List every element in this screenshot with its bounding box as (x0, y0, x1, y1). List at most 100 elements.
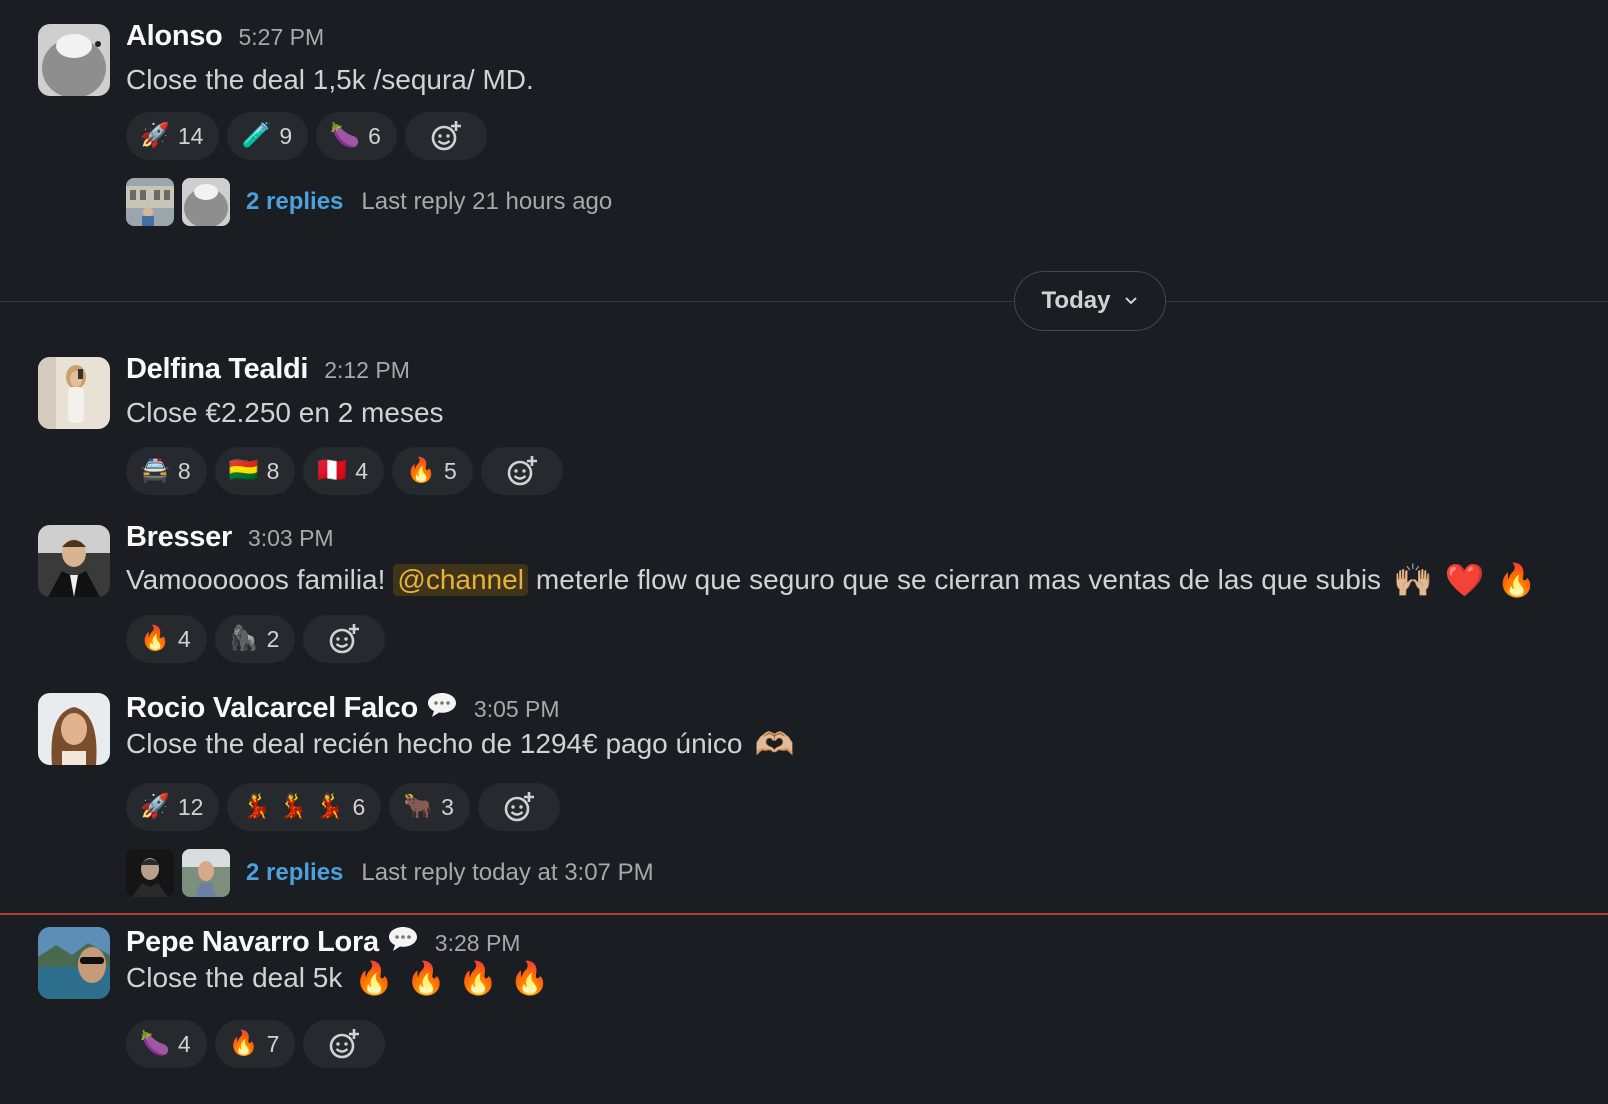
flag-peru-icon: 🇵🇪 (317, 457, 348, 484)
timestamp[interactable]: 3:05 PM (474, 696, 560, 723)
reply-avatar (182, 849, 230, 897)
reaction-dancers[interactable]: 💃 💃 💃 6 (227, 783, 382, 831)
raised-hands-emoji: 🙌🏼 (1393, 562, 1433, 598)
fire-emoji: 🔥 (1496, 562, 1537, 598)
author-name[interactable]: Pepe Navarro Lora (126, 926, 379, 959)
last-reply-text: Last reply today at 3:07 PM (361, 859, 654, 886)
new-messages-divider (0, 913, 1608, 915)
police-car-icon: 🚔 (140, 457, 170, 484)
reaction-eggplant[interactable]: 🍆 4 (126, 1020, 207, 1068)
message-text-start: Close the deal recién hecho de 1294€ pag… (126, 728, 743, 759)
speech-bubble-icon (387, 925, 419, 953)
add-reaction-icon (330, 624, 360, 654)
heart-hands-emoji: 🫶🏼 (754, 726, 795, 762)
avatar[interactable] (38, 693, 110, 765)
reaction-fire[interactable]: 🔥 7 (214, 1020, 296, 1068)
reply-avatar (126, 849, 174, 897)
flag-bolivia-icon: 🇧🇴 (228, 457, 259, 484)
message-text: Close the deal 5k 🔥 🔥 🔥 🔥 (126, 962, 550, 994)
reaction-eggplant[interactable]: 🍆 6 (316, 112, 397, 160)
reaction-ox[interactable]: 🐂 3 (389, 783, 470, 831)
add-reaction-button[interactable] (404, 112, 487, 160)
eggplant-icon: 🍆 (330, 122, 361, 149)
heart-emoji: ❤️ (1444, 562, 1485, 598)
author-name[interactable]: Alonso (126, 20, 223, 53)
reaction-rocket[interactable]: 🚀 14 (126, 112, 220, 160)
thread-summary[interactable]: 2 replies Last reply 21 hours ago (126, 178, 612, 226)
message-text-start: Vamoooooos familia! (126, 564, 386, 595)
message-text: Close the deal 1,5k /sequra/ MD. (126, 64, 534, 95)
reaction-police-car[interactable]: 🚔 8 (126, 447, 207, 495)
timestamp[interactable]: 3:03 PM (248, 525, 334, 552)
rocket-icon: 🚀 (140, 122, 170, 149)
add-reaction-button[interactable] (303, 1020, 386, 1068)
timestamp[interactable]: 5:27 PM (238, 24, 324, 51)
dancer-icon: 💃 💃 💃 (241, 793, 345, 820)
reaction-count: 8 (177, 457, 191, 484)
replies-link[interactable]: 2 replies (246, 859, 343, 887)
chevron-down-icon (1125, 297, 1138, 305)
add-reaction-icon (507, 456, 537, 486)
fire-emoji: 🔥 (509, 960, 550, 996)
message-feed: Alonso 5:27 PM Close the deal 1,5k /sequ… (0, 0, 1608, 1104)
replies-link[interactable]: 2 replies (246, 188, 343, 216)
reaction-count: 3 (441, 793, 454, 820)
fire-icon: 🔥 (140, 625, 170, 652)
avatar[interactable] (38, 357, 110, 429)
reactions-bar: 🔥 4 🦍 2 (126, 615, 386, 663)
avatar[interactable] (38, 24, 110, 96)
gorilla-icon: 🦍 (228, 625, 259, 652)
reaction-fire[interactable]: 🔥 4 (126, 615, 207, 663)
eggplant-icon: 🍆 (140, 1030, 170, 1057)
reaction-rocket[interactable]: 🚀 12 (126, 783, 220, 831)
reaction-count: 8 (266, 457, 280, 484)
day-divider-line (0, 301, 1608, 302)
reaction-count: 4 (177, 1030, 191, 1057)
message-text-start: Close the deal 5k (126, 962, 343, 993)
timestamp[interactable]: 3:28 PM (435, 930, 521, 957)
reaction-test-tube[interactable]: 🧪 9 (227, 112, 309, 160)
reaction-gorilla[interactable]: 🦍 2 (214, 615, 296, 663)
reply-avatar (182, 178, 230, 226)
timestamp[interactable]: 2:12 PM (324, 357, 410, 384)
reactions-bar: 🚀 12 💃 💃 💃 6 🐂 3 (126, 783, 560, 831)
fire-emoji: 🔥 (406, 960, 447, 996)
author-name[interactable]: Rocio Valcarcel Falco (126, 692, 418, 725)
reaction-count: 4 (355, 457, 369, 484)
avatar[interactable] (38, 927, 110, 999)
day-divider-label: Today (1041, 287, 1111, 314)
add-reaction-button[interactable] (480, 447, 563, 495)
thread-summary[interactable]: 2 replies Last reply today at 3:07 PM (126, 849, 654, 897)
reactions-bar: 🚀 14 🧪 9 🍆 6 (126, 112, 487, 160)
message-text: Vamoooooos familia! @channel meterle flo… (126, 564, 1537, 596)
reply-avatar (126, 178, 174, 226)
speech-bubble-icon (426, 691, 458, 719)
day-divider-button[interactable]: Today (1014, 271, 1166, 331)
reaction-count: 2 (266, 625, 280, 652)
reaction-count: 4 (177, 625, 191, 652)
reactions-bar: 🍆 4 🔥 7 (126, 1020, 386, 1068)
add-reaction-button[interactable] (477, 783, 560, 831)
reaction-count: 7 (266, 1030, 280, 1057)
add-reaction-icon (330, 1029, 360, 1059)
reaction-count: 5 (443, 457, 457, 484)
reactions-bar: 🚔 8 🇧🇴 8 🇵🇪 4 🔥 5 (126, 447, 563, 495)
fire-icon: 🔥 (406, 457, 436, 484)
message-text-end: meterle flow que seguro que se cierran m… (535, 564, 1382, 595)
ox-icon: 🐂 (403, 793, 434, 820)
reaction-count: 6 (368, 122, 381, 149)
avatar[interactable] (38, 525, 110, 597)
reaction-fire[interactable]: 🔥 5 (392, 447, 473, 495)
author-name[interactable]: Bresser (126, 521, 232, 554)
reaction-count: 9 (279, 122, 293, 149)
reaction-flag-peru[interactable]: 🇵🇪 4 (303, 447, 385, 495)
fire-icon: 🔥 (228, 1030, 259, 1057)
add-reaction-button[interactable] (303, 615, 386, 663)
reaction-flag-bolivia[interactable]: 🇧🇴 8 (214, 447, 296, 495)
add-reaction-icon (504, 792, 534, 822)
message-text: Close the deal recién hecho de 1294€ pag… (126, 728, 794, 760)
message-text: Close €2.250 en 2 meses (126, 397, 444, 428)
reaction-count: 12 (177, 793, 204, 820)
author-name[interactable]: Delfina Tealdi (126, 353, 309, 386)
channel-mention[interactable]: @channel (393, 564, 528, 596)
